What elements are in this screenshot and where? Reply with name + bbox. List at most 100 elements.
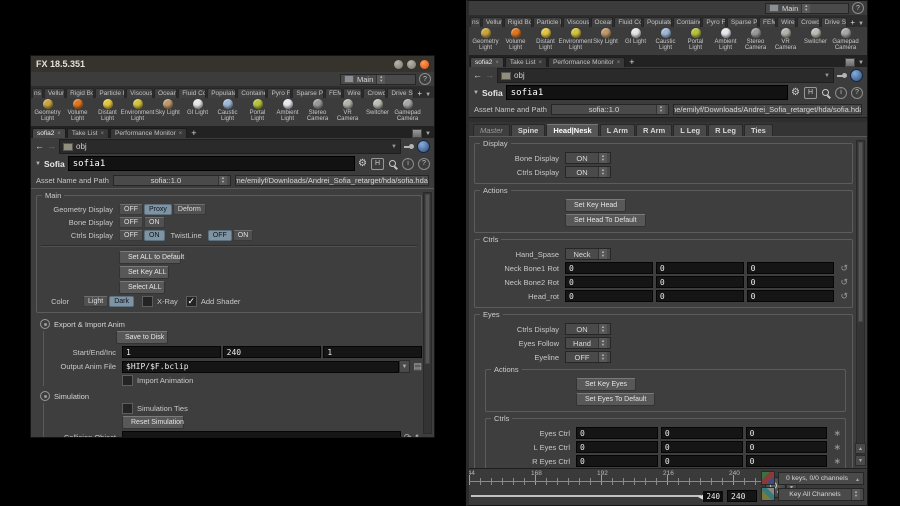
toggle-off[interactable]: OFF bbox=[119, 204, 143, 215]
back-arrow-icon[interactable]: ← bbox=[35, 142, 44, 151]
network-path-field[interactable]: obj bbox=[497, 68, 834, 83]
shelf-tab[interactable]: Fluid Co... bbox=[178, 88, 207, 98]
tab-r-leg[interactable]: R Leg bbox=[708, 124, 743, 136]
gear-icon[interactable] bbox=[791, 88, 800, 98]
window-titlebar[interactable]: FX 18.5.351 bbox=[31, 56, 434, 72]
head-rot-x[interactable]: 0 bbox=[565, 290, 653, 302]
scrollbar-thumb[interactable] bbox=[858, 142, 863, 322]
shelf-tab[interactable]: Pyro FX bbox=[267, 88, 292, 98]
asset-name-dropdown[interactable]: sofia::1.0 bbox=[112, 174, 231, 186]
node-type-menu-icon[interactable] bbox=[473, 90, 479, 96]
l-eyes-ctrl-x[interactable]: 0 bbox=[576, 441, 658, 453]
tab-l-arm[interactable]: L Arm bbox=[599, 124, 635, 136]
spinner-icon[interactable] bbox=[598, 167, 607, 177]
desktop-selector[interactable]: Main bbox=[765, 2, 849, 14]
add-pane-tab-button[interactable]: + bbox=[188, 128, 199, 138]
eyes-ctrl-x[interactable]: 0 bbox=[576, 427, 658, 439]
shelf-tool[interactable]: Volume Light bbox=[63, 99, 92, 126]
pane-tab-take-list[interactable]: Take List bbox=[66, 128, 110, 138]
hda-icon[interactable] bbox=[371, 157, 384, 170]
start-frame-field[interactable]: 1 bbox=[122, 346, 221, 358]
eyeline-dropdown[interactable]: OFF bbox=[565, 351, 611, 363]
head-rot-y[interactable]: 0 bbox=[655, 290, 744, 302]
shelf-tool[interactable]: Switcher bbox=[363, 99, 392, 126]
shelf-tab[interactable]: Oceans bbox=[154, 88, 178, 98]
revert-icon[interactable]: ↺ bbox=[840, 291, 848, 301]
shelf-tab[interactable]: FEM bbox=[324, 88, 343, 98]
shelf-tab[interactable]: Drive Si... bbox=[820, 17, 848, 27]
chevron-down-icon[interactable] bbox=[391, 144, 397, 150]
shelf-tool[interactable]: Switcher bbox=[801, 28, 830, 55]
timeline-ruler[interactable]: 144 168 192 216 240 bbox=[469, 470, 765, 485]
forward-arrow-icon[interactable]: → bbox=[485, 71, 494, 80]
pane-menu-icon[interactable] bbox=[425, 131, 431, 137]
spinner-icon[interactable] bbox=[217, 175, 227, 185]
spinner-icon[interactable] bbox=[598, 249, 607, 259]
shelf-tool[interactable]: Geometry Light bbox=[471, 28, 500, 55]
shelf-tool[interactable]: Distant Light bbox=[93, 99, 122, 126]
pane-tab-sofia2[interactable]: sofia2 bbox=[470, 57, 504, 67]
network-path-field[interactable]: obj bbox=[59, 139, 401, 154]
help-icon[interactable] bbox=[418, 157, 430, 170]
l-eyes-ctrl-z[interactable]: 0 bbox=[745, 441, 828, 453]
eyes-ctrls-display-dropdown[interactable]: ON bbox=[565, 323, 611, 335]
gear-icon[interactable] bbox=[358, 159, 367, 169]
bone-display-dropdown[interactable]: ON bbox=[565, 152, 611, 164]
toggle-on[interactable]: ON bbox=[144, 230, 165, 241]
end-frame-field[interactable]: 240 bbox=[222, 346, 322, 358]
spinner-icon[interactable] bbox=[376, 74, 386, 84]
shelf-tab[interactable]: Particle F... bbox=[95, 88, 126, 98]
shelf-tab[interactable]: Vellum bbox=[43, 88, 66, 98]
jack-icon[interactable]: ∗ bbox=[833, 442, 841, 452]
asset-path-dropdown[interactable]: /home/emilyf/Downloads/Andrei_Sofia_reta… bbox=[234, 174, 429, 186]
export-import-section-header[interactable]: Export & Import Anim bbox=[40, 319, 422, 329]
pane-layout-icon[interactable] bbox=[412, 129, 423, 138]
shelf-tab[interactable]: Pyro FX bbox=[702, 17, 726, 27]
set-head-to-default-button[interactable]: Set Head To Default bbox=[565, 214, 646, 227]
chevron-down-icon[interactable] bbox=[824, 73, 830, 79]
shelf-tab[interactable]: Containe... bbox=[237, 88, 267, 98]
toggle-dark[interactable]: Dark bbox=[109, 296, 134, 307]
r-eyes-ctrl-x[interactable]: 0 bbox=[576, 455, 658, 467]
shelf-tool[interactable]: Portal Light bbox=[243, 99, 272, 126]
close-icon[interactable] bbox=[57, 131, 61, 137]
help-icon[interactable] bbox=[851, 86, 863, 99]
toggle-off[interactable]: OFF bbox=[119, 217, 143, 228]
spinner-icon[interactable] bbox=[598, 352, 607, 362]
inc-frame-field[interactable]: 1 bbox=[323, 346, 423, 358]
revert-icon[interactable]: ↺ bbox=[840, 277, 848, 287]
vertical-scrollbar[interactable] bbox=[856, 140, 865, 465]
shelf-tab[interactable]: Crowds bbox=[797, 17, 820, 27]
shelf-tool[interactable]: Gamepad Camera bbox=[831, 28, 860, 55]
shelf-add-tab-button[interactable]: + bbox=[848, 18, 857, 27]
pane-tab-take-list[interactable]: Take List bbox=[504, 57, 548, 67]
shelf-tab[interactable]: Crowds bbox=[363, 88, 387, 98]
op-path-icon[interactable]: ↷ bbox=[404, 432, 412, 437]
spinner-icon[interactable] bbox=[655, 104, 665, 114]
close-icon[interactable] bbox=[495, 60, 499, 66]
save-to-disk-button[interactable]: Save to Disk bbox=[116, 331, 168, 344]
link-indicator-icon[interactable] bbox=[417, 140, 430, 153]
shelf-tab[interactable]: Containe... bbox=[672, 17, 702, 27]
toggle-off[interactable]: OFF bbox=[119, 230, 143, 241]
help-icon[interactable] bbox=[852, 2, 864, 14]
close-icon[interactable] bbox=[539, 60, 543, 66]
pane-tab-performance-monitor[interactable]: Performance Monitor bbox=[548, 57, 626, 67]
set-key-eyes-button[interactable]: Set Key Eyes bbox=[576, 378, 637, 391]
shelf-tab[interactable]: Sparse Py... bbox=[726, 17, 759, 27]
shelf-tab[interactable]: Oceans bbox=[590, 17, 614, 27]
tab-l-leg[interactable]: L Leg bbox=[673, 124, 708, 136]
r-eyes-ctrl-z[interactable]: 0 bbox=[745, 455, 828, 467]
select-node-icon[interactable]: ↖ bbox=[414, 432, 422, 437]
shelf-tool[interactable]: VR Camera bbox=[333, 99, 362, 126]
scoped-channels-icon[interactable] bbox=[761, 487, 775, 501]
pane-tab-sofia2[interactable]: sofia2 bbox=[32, 128, 66, 138]
shelf-tab[interactable]: Viscous... bbox=[126, 88, 154, 98]
pin-icon[interactable] bbox=[404, 142, 414, 152]
shelf-tool[interactable]: Caustic Light bbox=[213, 99, 242, 126]
pane-layout-icon[interactable] bbox=[845, 58, 856, 67]
keys-info-dropdown[interactable]: 0 keys, 0/0 channels bbox=[778, 471, 864, 485]
shelf-tool[interactable]: Stereo Camera bbox=[303, 99, 332, 126]
shelf-tool[interactable]: Portal Light bbox=[681, 28, 710, 55]
key-mode-dropdown[interactable]: Key All Channels bbox=[778, 487, 864, 501]
